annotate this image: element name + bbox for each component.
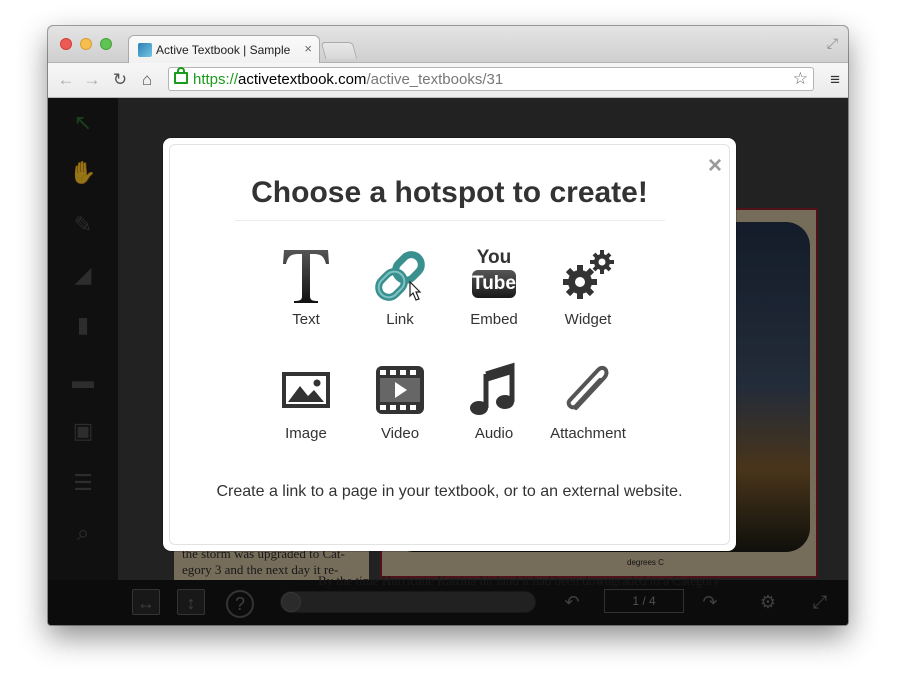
option-label: Text bbox=[292, 311, 320, 328]
option-link[interactable]: Link bbox=[355, 248, 445, 328]
browser-toolbar: ← → ↻ ⌂ https://activetextbook.com/activ… bbox=[48, 63, 848, 98]
window-maximize-button[interactable] bbox=[100, 38, 112, 50]
forward-arrow-icon[interactable]: → bbox=[82, 70, 102, 90]
tab-title: Active Textbook | Sample bbox=[156, 43, 291, 57]
url-text: https://activetextbook.com/active_textbo… bbox=[193, 71, 503, 88]
modal-title: Choose a hotspot to create! bbox=[251, 176, 648, 209]
option-label: Link bbox=[386, 311, 414, 328]
option-label: Widget bbox=[564, 311, 612, 328]
picture-icon bbox=[276, 362, 336, 418]
lock-icon bbox=[174, 67, 188, 84]
url-scheme: https:// bbox=[193, 71, 239, 88]
paperclip-icon bbox=[558, 362, 618, 418]
url-host: activetextbook.com bbox=[238, 71, 367, 88]
option-audio[interactable]: Audio bbox=[449, 362, 539, 442]
hotspot-modal: × Choose a hotspot to create! Text Link … bbox=[163, 138, 736, 551]
youtube-logo-bottom: Tube bbox=[472, 270, 516, 298]
back-arrow-icon[interactable]: ← bbox=[56, 70, 76, 90]
url-path: /active_textbooks/31 bbox=[366, 71, 504, 88]
home-icon[interactable]: ⌂ bbox=[137, 70, 157, 90]
option-label: Audio bbox=[474, 425, 514, 442]
address-bar[interactable]: https://activetextbook.com/active_textbo… bbox=[168, 67, 814, 91]
tab-strip: Active Textbook | Sample × ⤢ bbox=[48, 26, 848, 63]
option-video[interactable]: Video bbox=[355, 362, 445, 442]
music-note-icon bbox=[464, 362, 524, 418]
bookmark-star-icon[interactable]: ☆ bbox=[793, 69, 808, 89]
chain-link-icon bbox=[370, 248, 430, 304]
new-tab-button[interactable] bbox=[320, 42, 358, 59]
option-text[interactable]: Text bbox=[261, 248, 351, 328]
option-label: Video bbox=[380, 425, 420, 442]
gears-icon bbox=[558, 248, 618, 304]
window-close-button[interactable] bbox=[60, 38, 72, 50]
fullscreen-icon[interactable]: ⤢ bbox=[827, 35, 838, 52]
option-label: Embed bbox=[470, 311, 518, 328]
browser-tab[interactable]: Active Textbook | Sample × bbox=[128, 35, 320, 63]
option-embed[interactable]: You Tube Embed bbox=[449, 248, 539, 329]
option-attachment[interactable]: Attachment bbox=[543, 362, 633, 442]
option-label: Attachment bbox=[550, 425, 626, 442]
option-image[interactable]: Image bbox=[261, 362, 351, 442]
text-T-icon bbox=[276, 248, 336, 304]
site-favicon-icon bbox=[138, 43, 152, 57]
reload-icon[interactable]: ↻ bbox=[110, 70, 130, 90]
hamburger-menu-icon[interactable]: ≡ bbox=[830, 70, 840, 90]
film-icon bbox=[370, 362, 430, 418]
youtube-icon: You Tube bbox=[464, 248, 524, 304]
youtube-logo-top: You bbox=[476, 247, 512, 268]
option-label: Image bbox=[285, 425, 327, 442]
title-divider bbox=[235, 220, 665, 221]
window-minimize-button[interactable] bbox=[80, 38, 92, 50]
hotspot-help-text: Create a link to a page in your textbook… bbox=[216, 483, 683, 500]
option-widget[interactable]: Widget bbox=[543, 248, 633, 328]
browser-window: Active Textbook | Sample × ⤢ ← → ↻ ⌂ htt… bbox=[48, 26, 848, 625]
tab-close-icon[interactable]: × bbox=[304, 41, 312, 56]
